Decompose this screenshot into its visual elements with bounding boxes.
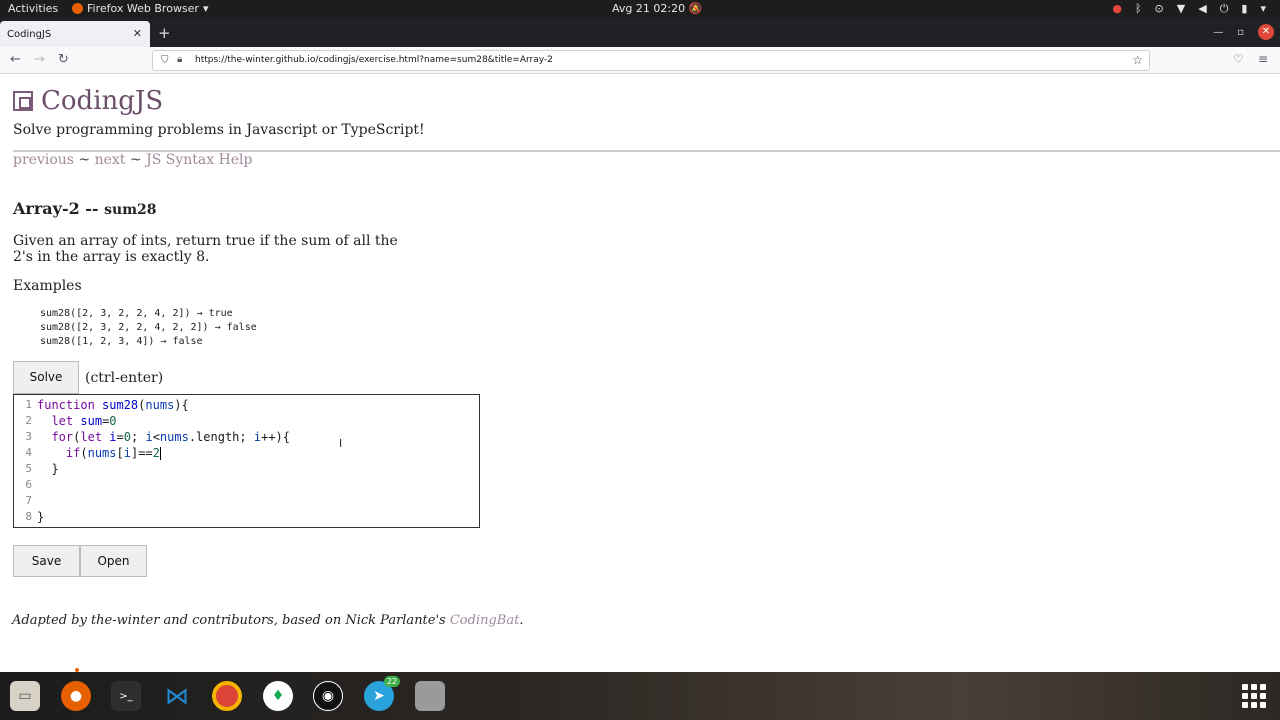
firefox-icon[interactable]: ● xyxy=(61,681,91,711)
line-number: 5 xyxy=(25,462,32,475)
shield-icon[interactable]: ⛉ xyxy=(161,55,169,66)
tagline: Solve programming problems in Javascript… xyxy=(13,122,425,138)
vscode-icon[interactable]: ⋈ xyxy=(162,681,192,711)
files-icon[interactable]: ▭ xyxy=(10,681,40,711)
code-line[interactable]: 5 } xyxy=(14,462,479,478)
text-cursor xyxy=(159,447,161,460)
codingbat-link[interactable]: CodingBat xyxy=(450,613,519,628)
line-number: 7 xyxy=(25,494,32,507)
disk-drive-icon[interactable] xyxy=(415,681,445,711)
line-number: 6 xyxy=(25,478,32,491)
lock-icon[interactable]: 🔒︎ xyxy=(177,54,182,65)
firefox-icon xyxy=(72,3,83,14)
chrome-tray-icon: ● xyxy=(1112,2,1122,15)
example-item: sum28([2, 3, 2, 2, 4, 2, 2]) → false xyxy=(40,322,257,333)
open-button[interactable]: Open xyxy=(80,545,147,577)
problem-title: Array-2 -- sum28 xyxy=(13,199,157,218)
line-number: 1 xyxy=(25,398,32,411)
chevron-down-icon: ▾ xyxy=(1260,2,1266,15)
site-name: CodingJS xyxy=(41,86,164,116)
problem-description: Given an array of ints, return true if t… xyxy=(13,233,398,265)
clock-text: Avg 21 02:20 xyxy=(612,2,686,15)
code-line[interactable]: 2 let sum=0 xyxy=(14,414,479,430)
app-menu[interactable]: Firefox Web Browser ▾ xyxy=(72,2,209,15)
line-number: 2 xyxy=(25,414,32,427)
example-item: sum28([2, 3, 2, 2, 4, 2]) → true xyxy=(40,308,233,319)
previous-link[interactable]: previous xyxy=(13,152,74,168)
reload-button[interactable]: ↻ xyxy=(58,52,69,67)
chrome-icon[interactable] xyxy=(212,681,242,711)
footer-text: Adapted by the-winter and contributors, … xyxy=(12,613,450,628)
close-tab-icon[interactable]: ✕ xyxy=(133,27,142,40)
new-tab-button[interactable]: + xyxy=(158,24,171,42)
footer-end: . xyxy=(519,613,524,628)
chevron-down-icon: ▾ xyxy=(202,2,209,15)
code-line[interactable]: 1 function sum28(nums){ xyxy=(14,398,479,414)
examples-list: sum28([2, 3, 2, 2, 4, 2]) → true sum28([… xyxy=(40,307,257,349)
next-link[interactable]: next xyxy=(95,152,126,168)
bookmark-star-icon[interactable]: ☆ xyxy=(1132,53,1143,67)
problem-category: Array-2 -- xyxy=(13,199,105,218)
telegram-unread-badge: 22 xyxy=(383,676,400,687)
wifi-icon: ▼ xyxy=(1176,2,1186,15)
maximize-button[interactable]: ▫ xyxy=(1237,27,1244,38)
problem-function-name: sum28 xyxy=(104,202,157,218)
forward-button[interactable]: → xyxy=(34,52,45,67)
activities-button[interactable]: Activities xyxy=(8,2,58,15)
mouse-cursor: I xyxy=(339,437,343,450)
tab-title: CodingJS xyxy=(7,29,52,40)
dock: ▭ ● >_ ⋈ ♦ ◉ ➤ 22 xyxy=(0,672,1280,720)
telegram-icon[interactable]: ➤ 22 xyxy=(364,676,400,711)
close-window-button[interactable]: ✕ xyxy=(1258,24,1274,40)
tab-codingjs[interactable]: CodingJS ✕ xyxy=(0,21,150,47)
bell-muted-icon: 🔕 xyxy=(688,2,703,15)
obs-icon[interactable]: ◉ xyxy=(313,681,343,711)
running-indicator xyxy=(75,668,79,672)
line-number: 8 xyxy=(25,510,32,523)
volume-icon: ◀ xyxy=(1198,2,1207,15)
back-button[interactable]: ← xyxy=(10,52,21,67)
url-text: https://the-winter.github.io/codingjs/ex… xyxy=(195,55,553,65)
pocket-icon[interactable]: ♡ xyxy=(1233,52,1244,66)
navigation-toolbar: ← → ↻ ⛉ 🔒︎ https://the-winter.github.io/… xyxy=(0,47,1280,74)
system-tray[interactable]: ● ᛒ ⊙ ▼ ◀ ⏻ ▮ ▾ xyxy=(1112,2,1266,16)
js-syntax-help-link[interactable]: JS Syntax Help xyxy=(146,152,252,168)
examples-label: Examples xyxy=(13,278,82,294)
web-page: CodingJS Solve programming problems in J… xyxy=(0,75,1280,672)
menu-icon[interactable]: ≡ xyxy=(1258,52,1268,66)
save-button[interactable]: Save xyxy=(13,545,80,577)
separator: ~ xyxy=(78,152,91,168)
code-line[interactable]: 3 for(let i=0; i<nums.length; i++){ xyxy=(14,430,479,446)
mongodb-compass-icon[interactable]: ♦ xyxy=(263,681,293,711)
code-line[interactable]: 8 } xyxy=(14,510,479,526)
clock[interactable]: Avg 21 02:20 🔕 xyxy=(612,2,702,15)
tab-strip: CodingJS ✕ + — ▫ ✕ xyxy=(0,18,1280,47)
codingjs-logo-icon xyxy=(13,91,33,111)
code-line[interactable]: 4 if(nums[i]==2 xyxy=(14,446,479,462)
power-icon: ⏻ xyxy=(1219,2,1229,15)
code-line[interactable]: 7 xyxy=(14,494,479,510)
minimize-button[interactable]: — xyxy=(1213,27,1223,38)
code-line[interactable]: 6 xyxy=(14,478,479,494)
battery-icon: ▮ xyxy=(1241,2,1248,15)
code-editor[interactable]: 1 function sum28(nums){ 2 let sum=0 3 fo… xyxy=(13,394,480,528)
show-applications-icon[interactable] xyxy=(1242,684,1266,708)
site-logo[interactable]: CodingJS xyxy=(13,86,163,116)
system-top-bar: Activities Firefox Web Browser ▾ Avg 21 … xyxy=(0,0,1280,18)
app-menu-label: Firefox Web Browser xyxy=(87,2,199,15)
terminal-icon[interactable]: >_ xyxy=(111,681,141,711)
solve-button[interactable]: Solve xyxy=(13,361,79,394)
bluetooth-icon: ᛒ xyxy=(1134,2,1142,15)
line-number: 4 xyxy=(25,446,32,459)
footer-credit: Adapted by the-winter and contributors, … xyxy=(12,613,523,628)
sync-icon: ⊙ xyxy=(1154,2,1164,15)
window-controls: — ▫ ✕ xyxy=(1213,24,1274,40)
example-item: sum28([1, 2, 3, 4]) → false xyxy=(40,336,203,347)
page-nav: previous ~ next ~ JS Syntax Help xyxy=(13,152,253,168)
separator: ~ xyxy=(129,152,142,168)
shortcut-hint: (ctrl-enter) xyxy=(85,370,164,386)
address-bar[interactable]: ⛉ 🔒︎ https://the-winter.github.io/coding… xyxy=(152,50,1150,71)
line-number: 3 xyxy=(25,430,32,443)
